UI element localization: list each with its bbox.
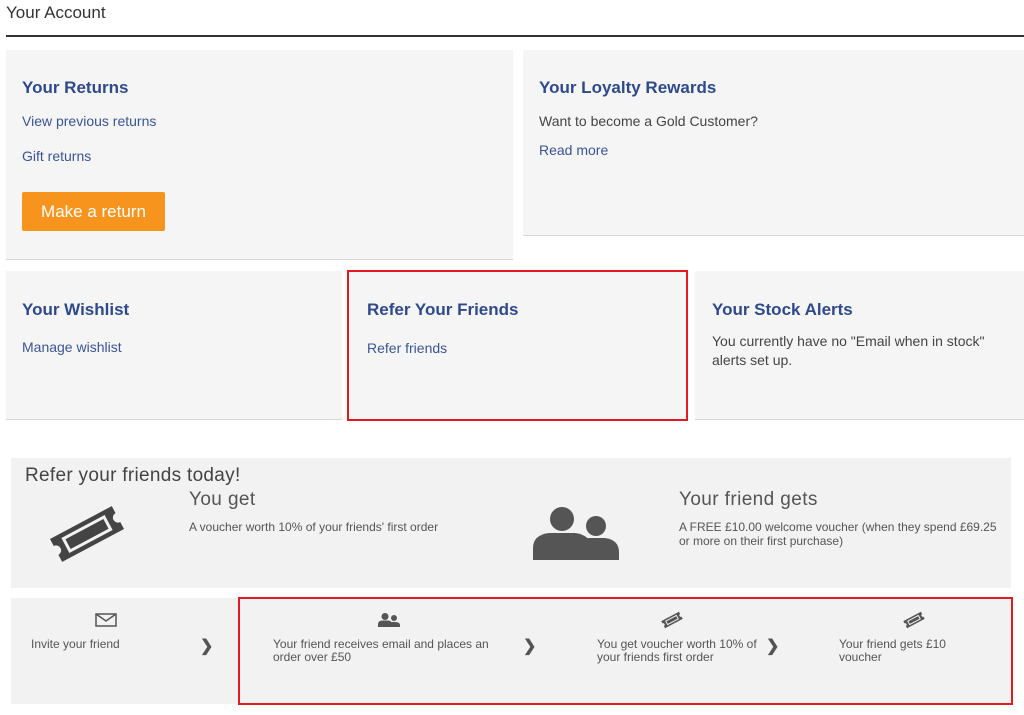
- step-invite-friend: Invite your friend: [31, 637, 120, 651]
- page-title: Your Account: [6, 3, 106, 22]
- stock-alerts-card: Your Stock Alerts You currently have no …: [695, 271, 1024, 420]
- you-get-text: A voucher worth 10% of your friends' fir…: [189, 520, 439, 534]
- stock-alerts-title: Your Stock Alerts: [712, 300, 853, 319]
- steps-highlight: [238, 597, 1013, 705]
- referral-promo-panel: Refer your friends today! You get A vouc…: [11, 458, 1011, 588]
- chevron-right-icon: ❯: [200, 638, 214, 655]
- voucher-icon: [49, 506, 125, 562]
- refer-friends-card: Refer Your Friends Refer friends: [347, 270, 688, 421]
- gift-returns-link[interactable]: Gift returns: [22, 148, 91, 164]
- users-icon: [533, 507, 619, 560]
- you-get-title: You get: [189, 489, 256, 510]
- loyalty-title: Your Loyalty Rewards: [539, 78, 717, 97]
- wishlist-title: Your Wishlist: [22, 300, 130, 319]
- envelope-icon: [95, 613, 117, 627]
- friend-gets-title: Your friend gets: [679, 489, 818, 510]
- promo-heading: Refer your friends today!: [25, 465, 241, 486]
- refer-friends-link[interactable]: Refer friends: [367, 340, 447, 356]
- manage-wishlist-link[interactable]: Manage wishlist: [22, 339, 122, 355]
- refer-friends-title: Refer Your Friends: [367, 300, 519, 319]
- title-divider: [6, 35, 1024, 37]
- make-return-button[interactable]: Make a return: [22, 192, 165, 231]
- loyalty-card: Your Loyalty Rewards Want to become a Go…: [523, 50, 1024, 236]
- returns-title: Your Returns: [22, 78, 129, 97]
- returns-card: Your Returns View previous returns Gift …: [6, 50, 513, 260]
- loyalty-text: Want to become a Gold Customer?: [539, 113, 758, 129]
- read-more-link[interactable]: Read more: [539, 142, 608, 158]
- view-previous-returns-link[interactable]: View previous returns: [22, 113, 156, 129]
- friend-gets-text: A FREE £10.00 welcome voucher (when they…: [679, 520, 997, 548]
- wishlist-card: Your Wishlist Manage wishlist: [6, 271, 342, 420]
- stock-alerts-text: You currently have no "Email when in sto…: [712, 333, 985, 368]
